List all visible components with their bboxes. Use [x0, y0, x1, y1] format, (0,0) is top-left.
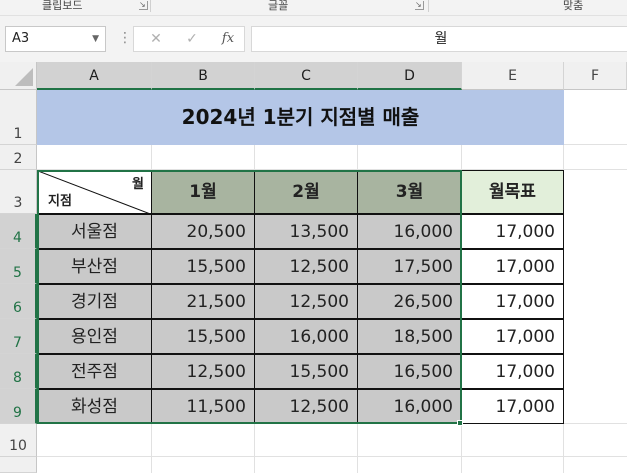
row-header-4[interactable]: 4: [0, 214, 37, 249]
ribbon-group-clipboard: 클립보드: [42, 0, 83, 12]
ribbon-group-font: 글꼴: [268, 0, 289, 12]
row-header-5[interactable]: 5: [0, 249, 37, 284]
row-header-7[interactable]: 7: [0, 319, 37, 354]
select-all-button[interactable]: [0, 62, 37, 90]
sales-cell[interactable]: 26,500: [357, 284, 462, 319]
row-header-1[interactable]: 1: [0, 90, 37, 145]
name-box[interactable]: A3 ▼: [5, 26, 106, 52]
sales-cell[interactable]: 15,500: [151, 249, 255, 284]
target-cell[interactable]: 17,000: [461, 319, 564, 354]
row-header-10[interactable]: 10: [0, 424, 37, 457]
sheet-title[interactable]: 2024년 1분기 지점별 매출: [37, 90, 564, 145]
sales-cell[interactable]: 16,000: [254, 319, 358, 354]
sales-cell[interactable]: 20,500: [151, 214, 255, 249]
row-header-8[interactable]: 8: [0, 354, 37, 389]
ribbon-group-alignment: 맞춤: [563, 0, 584, 12]
column-header-b[interactable]: B: [152, 62, 255, 90]
sales-cell[interactable]: 12,500: [254, 249, 358, 284]
target-cell[interactable]: 17,000: [461, 389, 564, 424]
more-options-icon[interactable]: ⋮: [118, 30, 132, 46]
clipboard-launcher-icon[interactable]: ↘: [139, 1, 148, 10]
header-monthly-target[interactable]: 월목표: [461, 170, 564, 214]
column-header-f[interactable]: F: [564, 62, 627, 90]
enter-icon[interactable]: ✓: [178, 27, 206, 51]
corner-header-cell[interactable]: 월 지점: [37, 170, 152, 214]
header-month-3[interactable]: 3월: [357, 170, 462, 214]
ribbon-group-labels: 클립보드 ↘ 글꼴 ↘ 맞춤: [0, 0, 627, 16]
column-header-e[interactable]: E: [462, 62, 564, 90]
gridline: [37, 456, 627, 457]
column-header-a[interactable]: A: [37, 62, 152, 90]
target-cell[interactable]: 17,000: [461, 249, 564, 284]
sales-cell[interactable]: 21,500: [151, 284, 255, 319]
header-month-2[interactable]: 2월: [254, 170, 358, 214]
sales-cell[interactable]: 15,500: [151, 319, 255, 354]
branch-name-cell[interactable]: 서울점: [37, 214, 152, 249]
chevron-down-icon[interactable]: ▼: [92, 27, 99, 51]
target-cell[interactable]: 17,000: [461, 214, 564, 249]
target-cell[interactable]: 17,000: [461, 354, 564, 389]
column-header-c[interactable]: C: [255, 62, 358, 90]
sales-cell[interactable]: 16,500: [357, 354, 462, 389]
sales-cell[interactable]: 17,500: [357, 249, 462, 284]
corner-header-branch: 지점: [48, 194, 72, 209]
row-header-3[interactable]: 3: [0, 170, 37, 214]
sales-cell[interactable]: 16,000: [357, 214, 462, 249]
name-box-value: A3: [12, 31, 30, 46]
fill-handle[interactable]: [457, 420, 463, 426]
row-header-6[interactable]: 6: [0, 284, 37, 319]
branch-name-cell[interactable]: 부산점: [37, 249, 152, 284]
branch-name-cell[interactable]: 용인점: [37, 319, 152, 354]
branch-name-cell[interactable]: 경기점: [37, 284, 152, 319]
row-header-2[interactable]: 2: [0, 145, 37, 170]
cancel-icon[interactable]: ✕: [142, 27, 170, 51]
column-header-d[interactable]: D: [358, 62, 462, 90]
select-all-triangle-icon: [15, 68, 33, 86]
sales-cell[interactable]: 12,500: [254, 389, 358, 424]
target-cell[interactable]: 17,000: [461, 284, 564, 319]
corner-header-month: 월: [132, 177, 144, 192]
header-month-1[interactable]: 1월: [151, 170, 255, 214]
sales-cell[interactable]: 12,500: [254, 284, 358, 319]
sales-cell[interactable]: 13,500: [254, 214, 358, 249]
ribbon-separator: [150, 0, 151, 12]
formula-bar: A3 ▼ ⋮ ✕ ✓ fx 월: [0, 16, 627, 62]
branch-name-cell[interactable]: 전주점: [37, 354, 152, 389]
sales-cell[interactable]: 11,500: [151, 389, 255, 424]
insert-function-icon[interactable]: fx: [214, 27, 242, 51]
row-header-11[interactable]: [0, 457, 37, 473]
formula-input[interactable]: 월: [251, 26, 627, 52]
sales-cell[interactable]: 15,500: [254, 354, 358, 389]
branch-name-cell[interactable]: 화성점: [37, 389, 152, 424]
font-launcher-icon[interactable]: ↘: [415, 1, 424, 10]
sales-cell[interactable]: 18,500: [357, 319, 462, 354]
sales-cell[interactable]: 16,000: [357, 389, 462, 424]
sales-cell[interactable]: 12,500: [151, 354, 255, 389]
row-header-9[interactable]: 9: [0, 389, 37, 424]
formula-buttons: ✕ ✓ fx: [133, 26, 245, 52]
ribbon-separator: [428, 0, 429, 12]
